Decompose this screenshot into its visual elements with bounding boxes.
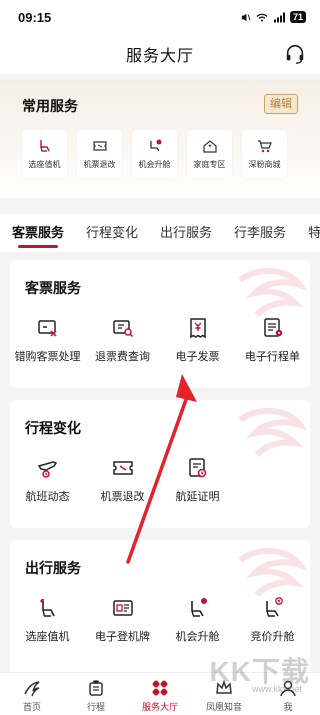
section-title: 客票服务: [25, 280, 81, 296]
common-item-family[interactable]: 家庭专区: [187, 130, 232, 178]
item-label: 机票退改: [100, 491, 145, 503]
watermark-url: www.kkx.net: [251, 684, 302, 694]
bottom-nav-label: 我: [283, 702, 293, 712]
signal-icon: [273, 12, 285, 22]
bottom-nav-label: 服务大厅: [141, 702, 178, 712]
tab-travel-service[interactable]: 出行服务: [160, 214, 212, 252]
luggage-icon: [89, 680, 103, 696]
section-grid: 航班动态 机票退改 航延证明: [10, 456, 310, 504]
item-seat-checkin[interactable]: 选座值机: [10, 596, 85, 644]
common-item-label: 深粉商城: [248, 160, 281, 169]
item-invoice[interactable]: 电子发票: [160, 316, 235, 364]
section-trip-change: 行程变化 航班动态 机票退改 航延证明: [10, 400, 310, 528]
bid-upgrade-icon: [265, 597, 283, 617]
section-ticket-service: 客票服务 错购客票处理 退票费查询 电子发票 电子行程单: [10, 260, 310, 388]
bottom-nav-label: 行程: [86, 702, 105, 712]
tab-trip-change[interactable]: 行程变化: [86, 214, 138, 252]
item-delay-cert[interactable]: 航延证明: [160, 456, 235, 504]
service-tabs: 客票服务 行程变化 出行服务 行李服务 特: [0, 214, 320, 252]
item-ticket-change[interactable]: 机票退改: [85, 456, 160, 504]
tab-baggage-service[interactable]: 行李服务: [234, 214, 286, 252]
flight-status-icon: [37, 461, 57, 478]
itinerary-icon: [263, 318, 282, 337]
item-label: 电子登机牌: [95, 631, 150, 643]
upgrade-seat-icon: [149, 139, 161, 152]
delay-cert-icon: [188, 458, 206, 478]
item-refund-search[interactable]: 退票费查询: [85, 316, 160, 364]
item-label: 错购客票处理: [14, 351, 81, 363]
status-icons: 71: [240, 11, 306, 23]
common-services-row: 选座值机 机票退改 机会升舱 家庭专区 深粉商城: [22, 130, 287, 178]
nav-bar: 服务大厅: [0, 34, 320, 74]
status-bar: 09:15 71: [0, 0, 320, 34]
section-grid: 选座值机 电子登机牌 机会升舱 竞价升舱: [10, 596, 310, 644]
tab-ticket-service[interactable]: 客票服务: [12, 214, 64, 252]
common-item-label: 家庭专区: [193, 160, 226, 169]
bottom-nav-home[interactable]: 首页: [0, 673, 64, 715]
item-label: 退票费查询: [95, 351, 150, 363]
ticket-icon: [112, 461, 133, 475]
edit-button[interactable]: 编辑: [264, 94, 298, 114]
item-label: 机会升舱: [175, 631, 220, 643]
tab-special[interactable]: 特: [308, 214, 320, 252]
content-area: 客票服务 错购客票处理 退票费查询 电子发票 电子行程单 行程变化 航班动态 机…: [0, 252, 320, 672]
item-ticket-error[interactable]: 错购客票处理: [10, 316, 85, 364]
battery-icon: 71: [289, 11, 306, 23]
item-itinerary[interactable]: 电子行程单: [235, 316, 310, 364]
invoice-icon: [189, 318, 206, 339]
bottom-nav-trip[interactable]: 行程: [64, 673, 128, 715]
common-item-label: 机会升舱: [138, 160, 171, 169]
item-label: 竞价升舱: [250, 631, 295, 643]
item-label: 航延证明: [175, 491, 220, 503]
common-item-upgrade[interactable]: 机会升舱: [132, 130, 177, 178]
home-logo-icon: [24, 681, 40, 697]
common-item-ticket[interactable]: 机票退改: [77, 130, 122, 178]
common-item-seat[interactable]: 选座值机: [22, 130, 67, 178]
item-bid-upgrade[interactable]: 竞价升舱: [235, 596, 310, 644]
cart-icon: [257, 140, 272, 153]
refund-search-icon: [112, 320, 133, 338]
wifi-icon: [256, 13, 268, 21]
service-hall-icon: [152, 680, 168, 696]
section-title: 行程变化: [25, 420, 81, 436]
bottom-nav-label: 凤凰知音: [205, 702, 242, 712]
bottom-nav-service-hall[interactable]: 服务大厅: [128, 673, 192, 715]
common-services-card: 常用服务 编辑 选座值机 机票退改 机会升舱 家庭专区 深粉商城: [0, 80, 320, 198]
bottom-nav-label: 首页: [22, 702, 41, 712]
home-icon: [202, 140, 217, 153]
seat-icon: [39, 599, 55, 617]
item-upgrade[interactable]: 机会升舱: [160, 596, 235, 644]
item-label: 航班动态: [25, 491, 70, 503]
common-item-label: 选座值机: [28, 160, 61, 169]
ticket-error-icon: [37, 320, 57, 337]
item-flight-status[interactable]: 航班动态: [10, 456, 85, 504]
ticket-icon: [92, 141, 107, 151]
item-label: 电子发票: [175, 351, 220, 363]
upgrade-seat-icon: [190, 598, 207, 617]
item-label: 电子行程单: [245, 351, 300, 363]
mute-icon: [241, 13, 251, 21]
section-grid: 错购客票处理 退票费查询 电子发票 电子行程单: [10, 316, 310, 364]
page-title: 服务大厅: [125, 48, 194, 65]
item-boarding-pass[interactable]: 电子登机牌: [85, 596, 160, 644]
common-services-title: 常用服务: [22, 98, 78, 114]
headset-icon[interactable]: [284, 43, 306, 65]
status-time: 09:15: [18, 9, 52, 25]
boarding-pass-icon: [112, 600, 133, 616]
item-label: 选座值机: [25, 631, 70, 643]
common-item-mall[interactable]: 深粉商城: [242, 130, 287, 178]
common-item-label: 机票退改: [83, 160, 116, 169]
section-title: 出行服务: [25, 560, 81, 576]
seat-icon: [39, 140, 50, 152]
